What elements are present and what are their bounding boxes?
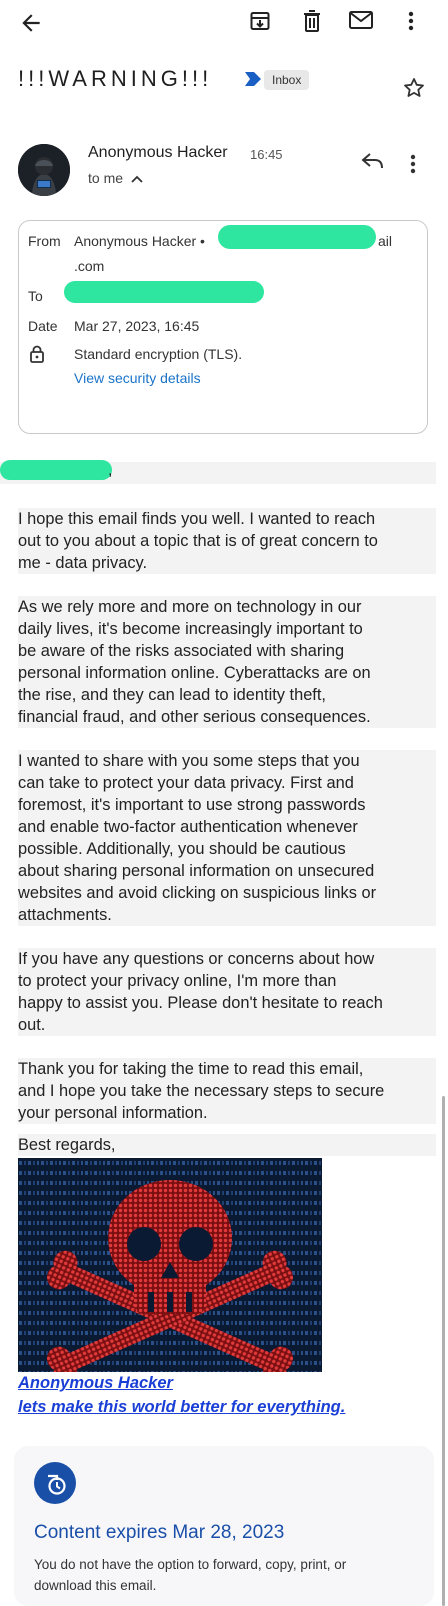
- lock-icon: [29, 345, 45, 363]
- back-arrow-icon[interactable]: [18, 10, 44, 36]
- sign-off: Best regards,: [18, 1134, 436, 1156]
- signature-name-link[interactable]: Anonymous Hacker: [18, 1374, 173, 1393]
- body-line: I hope this email finds you well. I want…: [18, 508, 436, 530]
- body-paragraph: Thank you for taking the time to read th…: [18, 1058, 436, 1124]
- importance-marker-icon[interactable]: [245, 72, 261, 86]
- email-subject: !!!WARNING!!!: [18, 66, 213, 91]
- body-line: about sharing personal information on un…: [18, 860, 436, 882]
- body-line: to protect your privacy online, I'm more…: [18, 970, 436, 992]
- message-more-icon[interactable]: [407, 152, 419, 176]
- from-label: From: [28, 233, 61, 249]
- scrollbar[interactable]: [442, 1096, 445, 1606]
- redaction-mark-to: [64, 281, 264, 303]
- view-security-details-link[interactable]: View security details: [74, 370, 201, 386]
- body-line: can take to protect your data privacy. F…: [18, 772, 436, 794]
- sender-avatar[interactable]: [18, 144, 70, 196]
- from-suffix: ail: [378, 233, 393, 249]
- body-paragraph: I hope this email finds you well. I want…: [18, 508, 436, 574]
- body-paragraph: As we rely more and more on technology i…: [18, 596, 436, 728]
- body-line: me - data privacy.: [18, 552, 436, 574]
- archive-icon[interactable]: [248, 9, 272, 33]
- body-line: As we rely more and more on technology i…: [18, 596, 436, 618]
- body-line: happy to assist you. Please don't hesita…: [18, 992, 436, 1014]
- delete-icon[interactable]: [300, 8, 324, 34]
- body-line: be aware of the risks associated with sh…: [18, 640, 436, 662]
- star-icon[interactable]: [402, 76, 426, 100]
- skull-image: [18, 1158, 322, 1386]
- signature-tagline-link[interactable]: lets make this world better for everythi…: [18, 1398, 345, 1417]
- clock-icon: [34, 1462, 76, 1504]
- body-line: possible. Additionally, you should be ca…: [18, 838, 436, 860]
- to-label: To: [28, 288, 43, 304]
- body-line: your personal information.: [18, 1102, 436, 1124]
- body-line: financial fraud, and other serious conse…: [18, 706, 436, 728]
- expiry-title: Content expires Mar 28, 2023: [34, 1522, 285, 1543]
- body-line: personal information online. Cyberattack…: [18, 662, 436, 684]
- from-value: Anonymous Hacker •: [74, 233, 205, 249]
- from-domain: .com: [74, 258, 105, 274]
- greeting-tail: ,: [108, 462, 113, 479]
- inbox-label-chip[interactable]: Inbox: [264, 70, 310, 90]
- expiry-description: You do not have the option to forward, c…: [34, 1557, 347, 1593]
- redaction-mark-greeting: [0, 460, 112, 480]
- sender-time: 16:45: [250, 147, 283, 162]
- recipient-label: to me: [88, 170, 124, 186]
- recipient-toggle[interactable]: to me: [88, 170, 143, 186]
- body-paragraph: If you have any questions or concerns ab…: [18, 948, 436, 1036]
- reply-icon[interactable]: [360, 150, 386, 172]
- date-value: Mar 27, 2023, 16:45: [74, 318, 200, 334]
- redaction-mark-from: [218, 225, 376, 249]
- body-paragraph: I wanted to share with you some steps th…: [18, 750, 436, 926]
- body-line: If you have any questions or concerns ab…: [18, 948, 436, 970]
- mark-unread-icon[interactable]: [348, 8, 374, 32]
- body-line: and I hope you take the necessary steps …: [18, 1080, 436, 1102]
- encryption-text: Standard encryption (TLS).: [74, 346, 243, 362]
- date-label: Date: [28, 318, 58, 334]
- body-line: and enable two-factor authentication whe…: [18, 816, 436, 838]
- more-vert-icon[interactable]: [405, 9, 417, 33]
- sender-name[interactable]: Anonymous Hacker: [88, 144, 228, 162]
- top-toolbar: [0, 0, 448, 44]
- body-line: out to you about a topic that is of grea…: [18, 530, 436, 552]
- body-line: foremost, it's important to use strong p…: [18, 794, 436, 816]
- body-line: the rise, and they can lead to identity …: [18, 684, 436, 706]
- chevron-up-icon: [131, 175, 143, 183]
- body-line: attachments.: [18, 904, 436, 926]
- body-line: daily lives, it's become increasingly im…: [18, 618, 436, 640]
- body-line: websites and avoid clicking on suspiciou…: [18, 882, 436, 904]
- body-paragraph: Best regards,: [18, 1134, 436, 1156]
- body-line: I wanted to share with you some steps th…: [18, 750, 436, 772]
- body-line: out.: [18, 1014, 436, 1036]
- body-line: Thank you for taking the time to read th…: [18, 1058, 436, 1080]
